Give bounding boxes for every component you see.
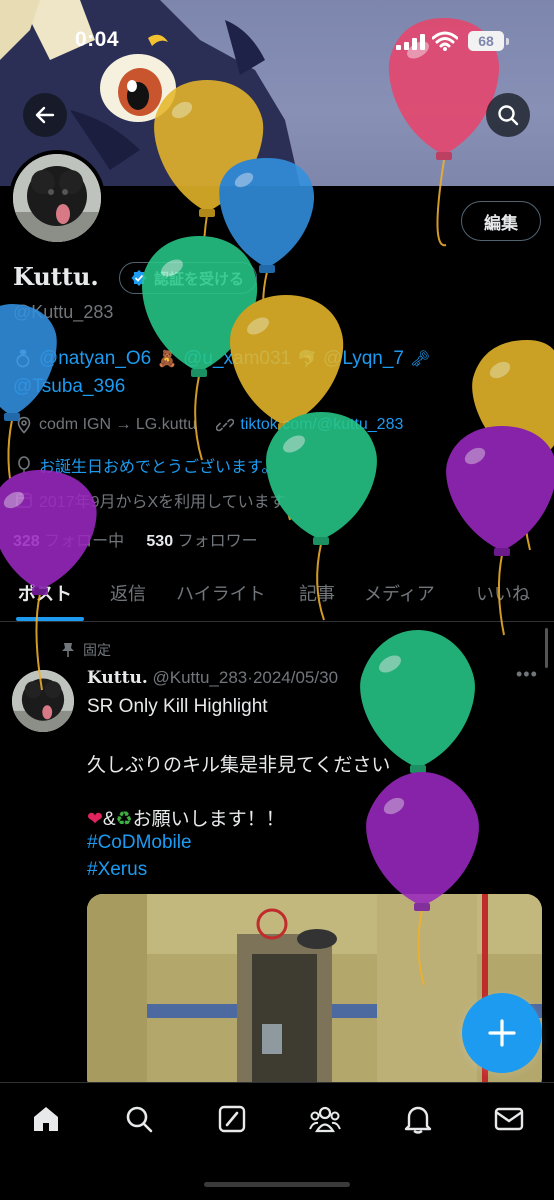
bio-mentions-line-2: @Tsuba_396 (13, 376, 125, 398)
get-verified-label: 認証を受ける (154, 270, 245, 288)
post-text-line: ❤&♻お願いします！！ (87, 804, 285, 831)
followers-link[interactable]: 530 フォロワー (146, 533, 257, 550)
nav-notifications[interactable] (400, 1101, 436, 1137)
red-heart-icon: ❤ (87, 809, 103, 830)
bio-mentions-line: 💍 @natyan_O6 🧸 @u_xam031 🐬 @Lyqn_7 🗝 (13, 348, 430, 370)
home-indicator (204, 1182, 350, 1187)
dog-photo (12, 670, 74, 732)
back-button[interactable] (23, 93, 67, 137)
followers-label: フォロワー (177, 533, 258, 550)
get-verified-button[interactable]: 認証を受ける (119, 262, 258, 294)
balloon (472, 340, 554, 551)
game-screenshot (87, 894, 542, 1094)
bear-icon: 🧸 (157, 351, 178, 368)
avatar-image (13, 154, 101, 242)
post-header: Kuttu. @Kuttu_283·2024/05/30 (87, 668, 338, 688)
grok-icon (218, 1105, 246, 1133)
bird-icon: 🐬 (297, 351, 318, 368)
mail-icon (494, 1107, 524, 1131)
post-date[interactable]: 2024/05/30 (253, 668, 338, 687)
more-options-icon[interactable]: ••• (516, 664, 538, 685)
search-button[interactable] (486, 93, 530, 137)
hashtag-link[interactable]: #CoDMobile (87, 832, 192, 854)
key-icon: 🗝 (409, 351, 431, 368)
profile-tabs: ポスト 返信 ハイライト 記事 メディア いいね (0, 566, 554, 622)
mention-link[interactable]: @u_xam031 (183, 348, 291, 370)
tab-likes[interactable]: いいね (476, 580, 530, 606)
scrollbar[interactable] (545, 628, 548, 668)
bell-icon (404, 1106, 432, 1134)
following-count: 328 (13, 533, 40, 550)
followers-count: 530 (146, 533, 174, 550)
nav-grok[interactable] (214, 1101, 250, 1137)
following-link[interactable]: 328 フォロー中 (13, 533, 124, 550)
birthday-text: お誕生日おめでとうございます。 (39, 459, 278, 476)
post-author-avatar[interactable] (12, 670, 74, 732)
joined-date-text: 2017年9月からXを利用しています (39, 494, 286, 511)
plus-icon (488, 1019, 516, 1047)
tab-media[interactable]: メディア (364, 580, 435, 606)
request-text: お願いします！！ (132, 809, 285, 830)
profile-website-link[interactable]: tiktok.com/@kuttu_283 (240, 416, 403, 434)
profile-meta-location: codm IGN → LG.kuttu tiktok.com/@kuttu_28… (15, 416, 403, 434)
search-icon (126, 1106, 153, 1133)
compose-button[interactable] (462, 993, 542, 1073)
dog-photo (13, 154, 101, 242)
post-text-line: 久しぶりのキル集是非見てください (87, 755, 391, 776)
mention-link[interactable]: @Lyqn_7 (323, 348, 404, 370)
nav-home[interactable] (28, 1101, 64, 1137)
balloon-icon (18, 456, 30, 473)
search-icon (498, 105, 519, 126)
active-tab-indicator (16, 617, 84, 621)
following-label: フォロー中 (44, 533, 125, 550)
balloon (230, 295, 344, 521)
profile-handle: @Kuttu_283 (13, 302, 114, 322)
battery-level: 68 (468, 31, 504, 51)
ring-icon: 💍 (13, 351, 33, 368)
communities-icon (309, 1106, 341, 1133)
arrow-left-icon (35, 106, 55, 124)
link-icon (216, 418, 235, 432)
battery-tip (506, 38, 509, 45)
balloon (360, 630, 475, 856)
hashtag-link[interactable]: #Xerus (87, 859, 147, 881)
post-video-thumbnail[interactable] (87, 894, 542, 1094)
mention-link[interactable]: @Tsuba_396 (13, 376, 125, 398)
profile-meta-birthday: お誕生日おめでとうございます。 (15, 453, 277, 477)
post-text-line: SR Only Kill Highlight (87, 696, 268, 717)
verified-badge-icon (131, 270, 147, 286)
post-author-handle: @Kuttu_283 (152, 668, 248, 687)
location-pin-icon (17, 416, 31, 434)
status-time: 0:04 (75, 28, 120, 51)
follow-stats: 328 フォロー中 530 フォロワー (13, 527, 258, 551)
home-icon (34, 1107, 58, 1131)
pinned-indicator: 固定 (61, 640, 111, 660)
status-bar: 0:04 68 (0, 0, 554, 84)
pin-icon (62, 643, 74, 657)
nav-messages[interactable] (491, 1101, 527, 1137)
post-author-name[interactable]: Kuttu. (87, 668, 148, 688)
tab-highlights[interactable]: ハイライト (176, 580, 266, 606)
pinned-label: 固定 (83, 642, 111, 658)
recycle-icon: ♻ (115, 809, 133, 830)
tab-articles[interactable]: 記事 (299, 580, 335, 606)
signal-icon (396, 34, 425, 50)
mention-link[interactable]: @natyan_O6 (39, 348, 151, 370)
display-name: Kuttu. (13, 262, 99, 291)
calendar-icon (16, 492, 32, 508)
ampersand-text: & (102, 809, 116, 830)
nav-communities[interactable] (307, 1101, 343, 1137)
profile-meta-joined: 2017年9月からXを利用しています (15, 488, 286, 512)
wifi-icon (432, 31, 458, 51)
edit-profile-button[interactable]: 編集 (461, 201, 541, 241)
balloon (219, 158, 315, 346)
profile-avatar[interactable] (9, 150, 105, 246)
game-info-text: codm IGN → LG.kuttu (39, 416, 197, 433)
tab-replies[interactable]: 返信 (110, 580, 146, 606)
nav-search[interactable] (121, 1101, 157, 1137)
tab-posts[interactable]: ポスト (18, 580, 72, 606)
